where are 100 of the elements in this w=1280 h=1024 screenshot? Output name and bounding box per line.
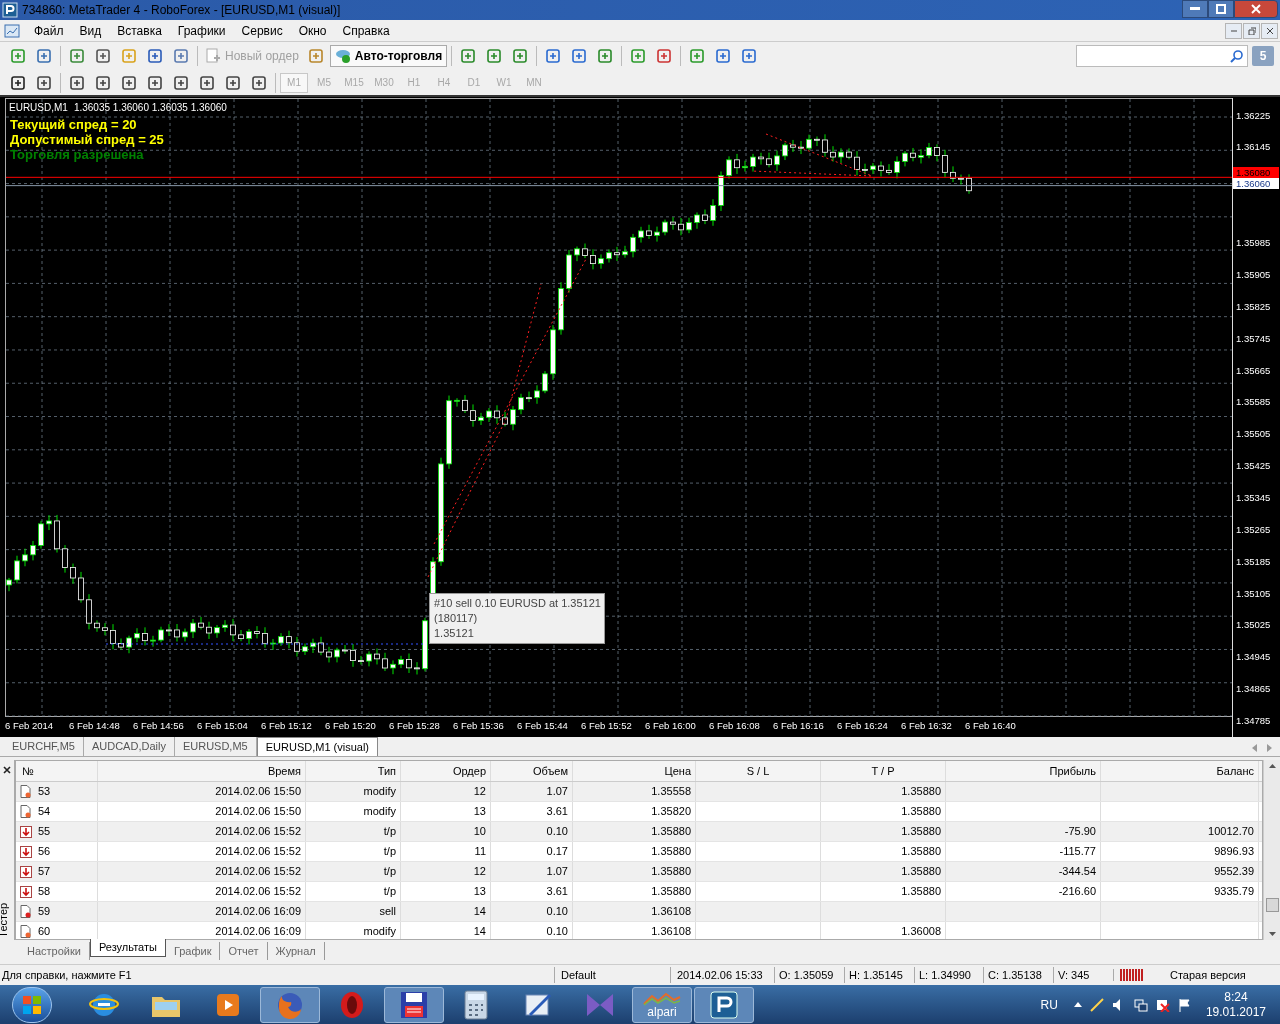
chart-tab[interactable]: EURUSD,M1 (visual): [256, 737, 378, 756]
status-help: Для справки, нажмите F1: [1, 967, 133, 983]
time-axis-label: 6 Feb 16:08: [709, 719, 761, 734]
status-close: C: 1.35138: [983, 966, 1053, 984]
taskbar-button[interactable]: [694, 986, 754, 1023]
price-axis-label: 1.34865: [1235, 682, 1271, 697]
time-axis-label: 6 Feb 15:28: [389, 719, 441, 734]
menu-item[interactable]: Вставка: [109, 21, 170, 40]
price-axis-label: 1.35425: [1235, 459, 1271, 474]
maximize-button[interactable]: [1208, 0, 1234, 18]
chart-symbol: EURUSD,M1: [9, 101, 68, 115]
table-cell-text: 3.61: [546, 884, 568, 900]
panel-tab[interactable]: Журнал: [267, 942, 325, 960]
show-hidden-icons-icon[interactable]: [1073, 1002, 1082, 1007]
menu-item[interactable]: Файл: [26, 21, 72, 40]
table-cell-text: 1.35880: [901, 804, 941, 820]
table-cell-text: 2014.02.06 16:09: [215, 924, 301, 939]
price-axis-label: 1.35585: [1235, 395, 1271, 410]
menu-item[interactable]: Сервис: [233, 21, 291, 40]
restore-icon: [1247, 26, 1256, 35]
column-header[interactable]: Баланс: [1101, 761, 1259, 781]
start-button[interactable]: [12, 986, 52, 1023]
minimize-button[interactable]: [1182, 0, 1208, 18]
table-cell-text: 9335.79: [1214, 884, 1254, 900]
close-order-icon: [20, 865, 32, 878]
table-cell-text: 60: [38, 924, 51, 939]
table-cell-text: 12: [473, 864, 486, 880]
column-header[interactable]: Тип: [306, 761, 401, 781]
table-cell-text: 2014.02.06 15:50: [215, 784, 301, 800]
price-axis-label: 1.35105: [1235, 586, 1271, 601]
price-axis-label: 1.35665: [1235, 363, 1271, 378]
language-indicator[interactable]: RU: [1040, 995, 1058, 1014]
search-field[interactable]: [1076, 45, 1248, 67]
menu-item[interactable]: Графики: [169, 21, 234, 40]
table-cell-text: -216.60: [1058, 884, 1096, 900]
indicator-text: Торговля разрешена: [10, 147, 145, 162]
column-header[interactable]: T / P: [821, 761, 946, 781]
table-cell-text: 1.35880: [651, 864, 691, 880]
table-cell-text: 2014.02.06 16:09: [215, 904, 301, 920]
scroll-down-icon[interactable]: [1268, 932, 1276, 936]
scroll-up-icon[interactable]: [1268, 764, 1276, 768]
table-cell-text: t/p: [383, 864, 396, 880]
time-axis-label: 6 Feb 14:48: [69, 719, 121, 734]
table-cell-text: -344.54: [1058, 864, 1096, 880]
scrollbar[interactable]: [1263, 760, 1280, 940]
column-header[interactable]: Объем: [491, 761, 573, 781]
panel-tab[interactable]: Отчет: [220, 942, 268, 960]
clock[interactable]: 8:24 19.01.2017: [1205, 989, 1266, 1020]
taskbar-button[interactable]: [384, 986, 444, 1023]
tooltip-line: (180117): [434, 611, 479, 626]
tooltip-line: 1.35121: [434, 626, 475, 641]
column-header[interactable]: Ордер: [401, 761, 491, 781]
panel-tab[interactable]: Результаты: [89, 939, 166, 957]
table-cell-text: 2014.02.06 15:50: [215, 804, 301, 820]
mdi-close-button[interactable]: [1261, 22, 1278, 39]
table-cell-text: 3.61: [546, 804, 568, 820]
menu-item[interactable]: Справка: [334, 21, 398, 40]
close-order-icon: [20, 885, 32, 898]
action-center-icon[interactable]: [1155, 997, 1170, 1012]
price-axis-label: 1.36145: [1235, 139, 1271, 154]
time-axis-label: 6 Feb 15:04: [197, 719, 249, 734]
network-icon[interactable]: [1133, 997, 1148, 1012]
auto-trading-button[interactable]: Авто-торговля: [329, 45, 448, 67]
table-cell-text: 53: [38, 784, 51, 800]
table-cell-text: 9896.93: [1214, 844, 1254, 860]
price-axis-label: 1.35745: [1235, 331, 1271, 346]
table-cell-text: 1.36108: [651, 924, 691, 939]
column-header[interactable]: №: [16, 761, 98, 781]
column-header[interactable]: Прибыль: [946, 761, 1101, 781]
column-header[interactable]: S / L: [696, 761, 821, 781]
menu-item[interactable]: Окно: [290, 21, 335, 40]
column-header[interactable]: Время: [98, 761, 306, 781]
scroll-thumb[interactable]: [1265, 898, 1279, 912]
price-axis-label: 1.35985: [1235, 236, 1271, 251]
chart-tab[interactable]: EURCHF,M5: [4, 737, 84, 756]
windows-logo-icon: [22, 994, 42, 1015]
column-header[interactable]: Цена: [573, 761, 696, 781]
table-cell-text: modify: [363, 924, 396, 939]
table-cell-text: sell: [379, 904, 396, 920]
price-axis-label: 1.36225: [1235, 108, 1271, 123]
table-cell-text: 1.35880: [901, 864, 941, 880]
menu-item[interactable]: Вид: [71, 21, 110, 40]
close-button[interactable]: [1234, 0, 1278, 18]
table-cell-text: 14: [473, 924, 486, 939]
time-axis-label: 6 Feb 15:20: [325, 719, 377, 734]
panel-tab[interactable]: Настройки: [19, 942, 90, 960]
table-cell-text: 2014.02.06 15:52: [215, 884, 301, 900]
chart-tab[interactable]: AUDCAD,Daily: [83, 737, 175, 756]
table-cell-text: 1.35880: [901, 844, 941, 860]
taskbar-button[interactable]: alpari: [632, 986, 692, 1023]
table-cell-text: 12: [473, 784, 486, 800]
close-icon[interactable]: [3, 766, 11, 774]
document-icon[interactable]: [4, 22, 20, 39]
price-axis-label: 1.35265: [1235, 522, 1271, 537]
pen-tray-icon[interactable]: [1089, 997, 1104, 1012]
flag-icon[interactable]: [1177, 997, 1192, 1012]
chart-tab[interactable]: EURUSD,M5: [174, 737, 257, 756]
table-cell-text: 1.07: [546, 784, 568, 800]
table-cell-text: 1.35880: [901, 824, 941, 840]
panel-tab[interactable]: График: [165, 942, 221, 960]
